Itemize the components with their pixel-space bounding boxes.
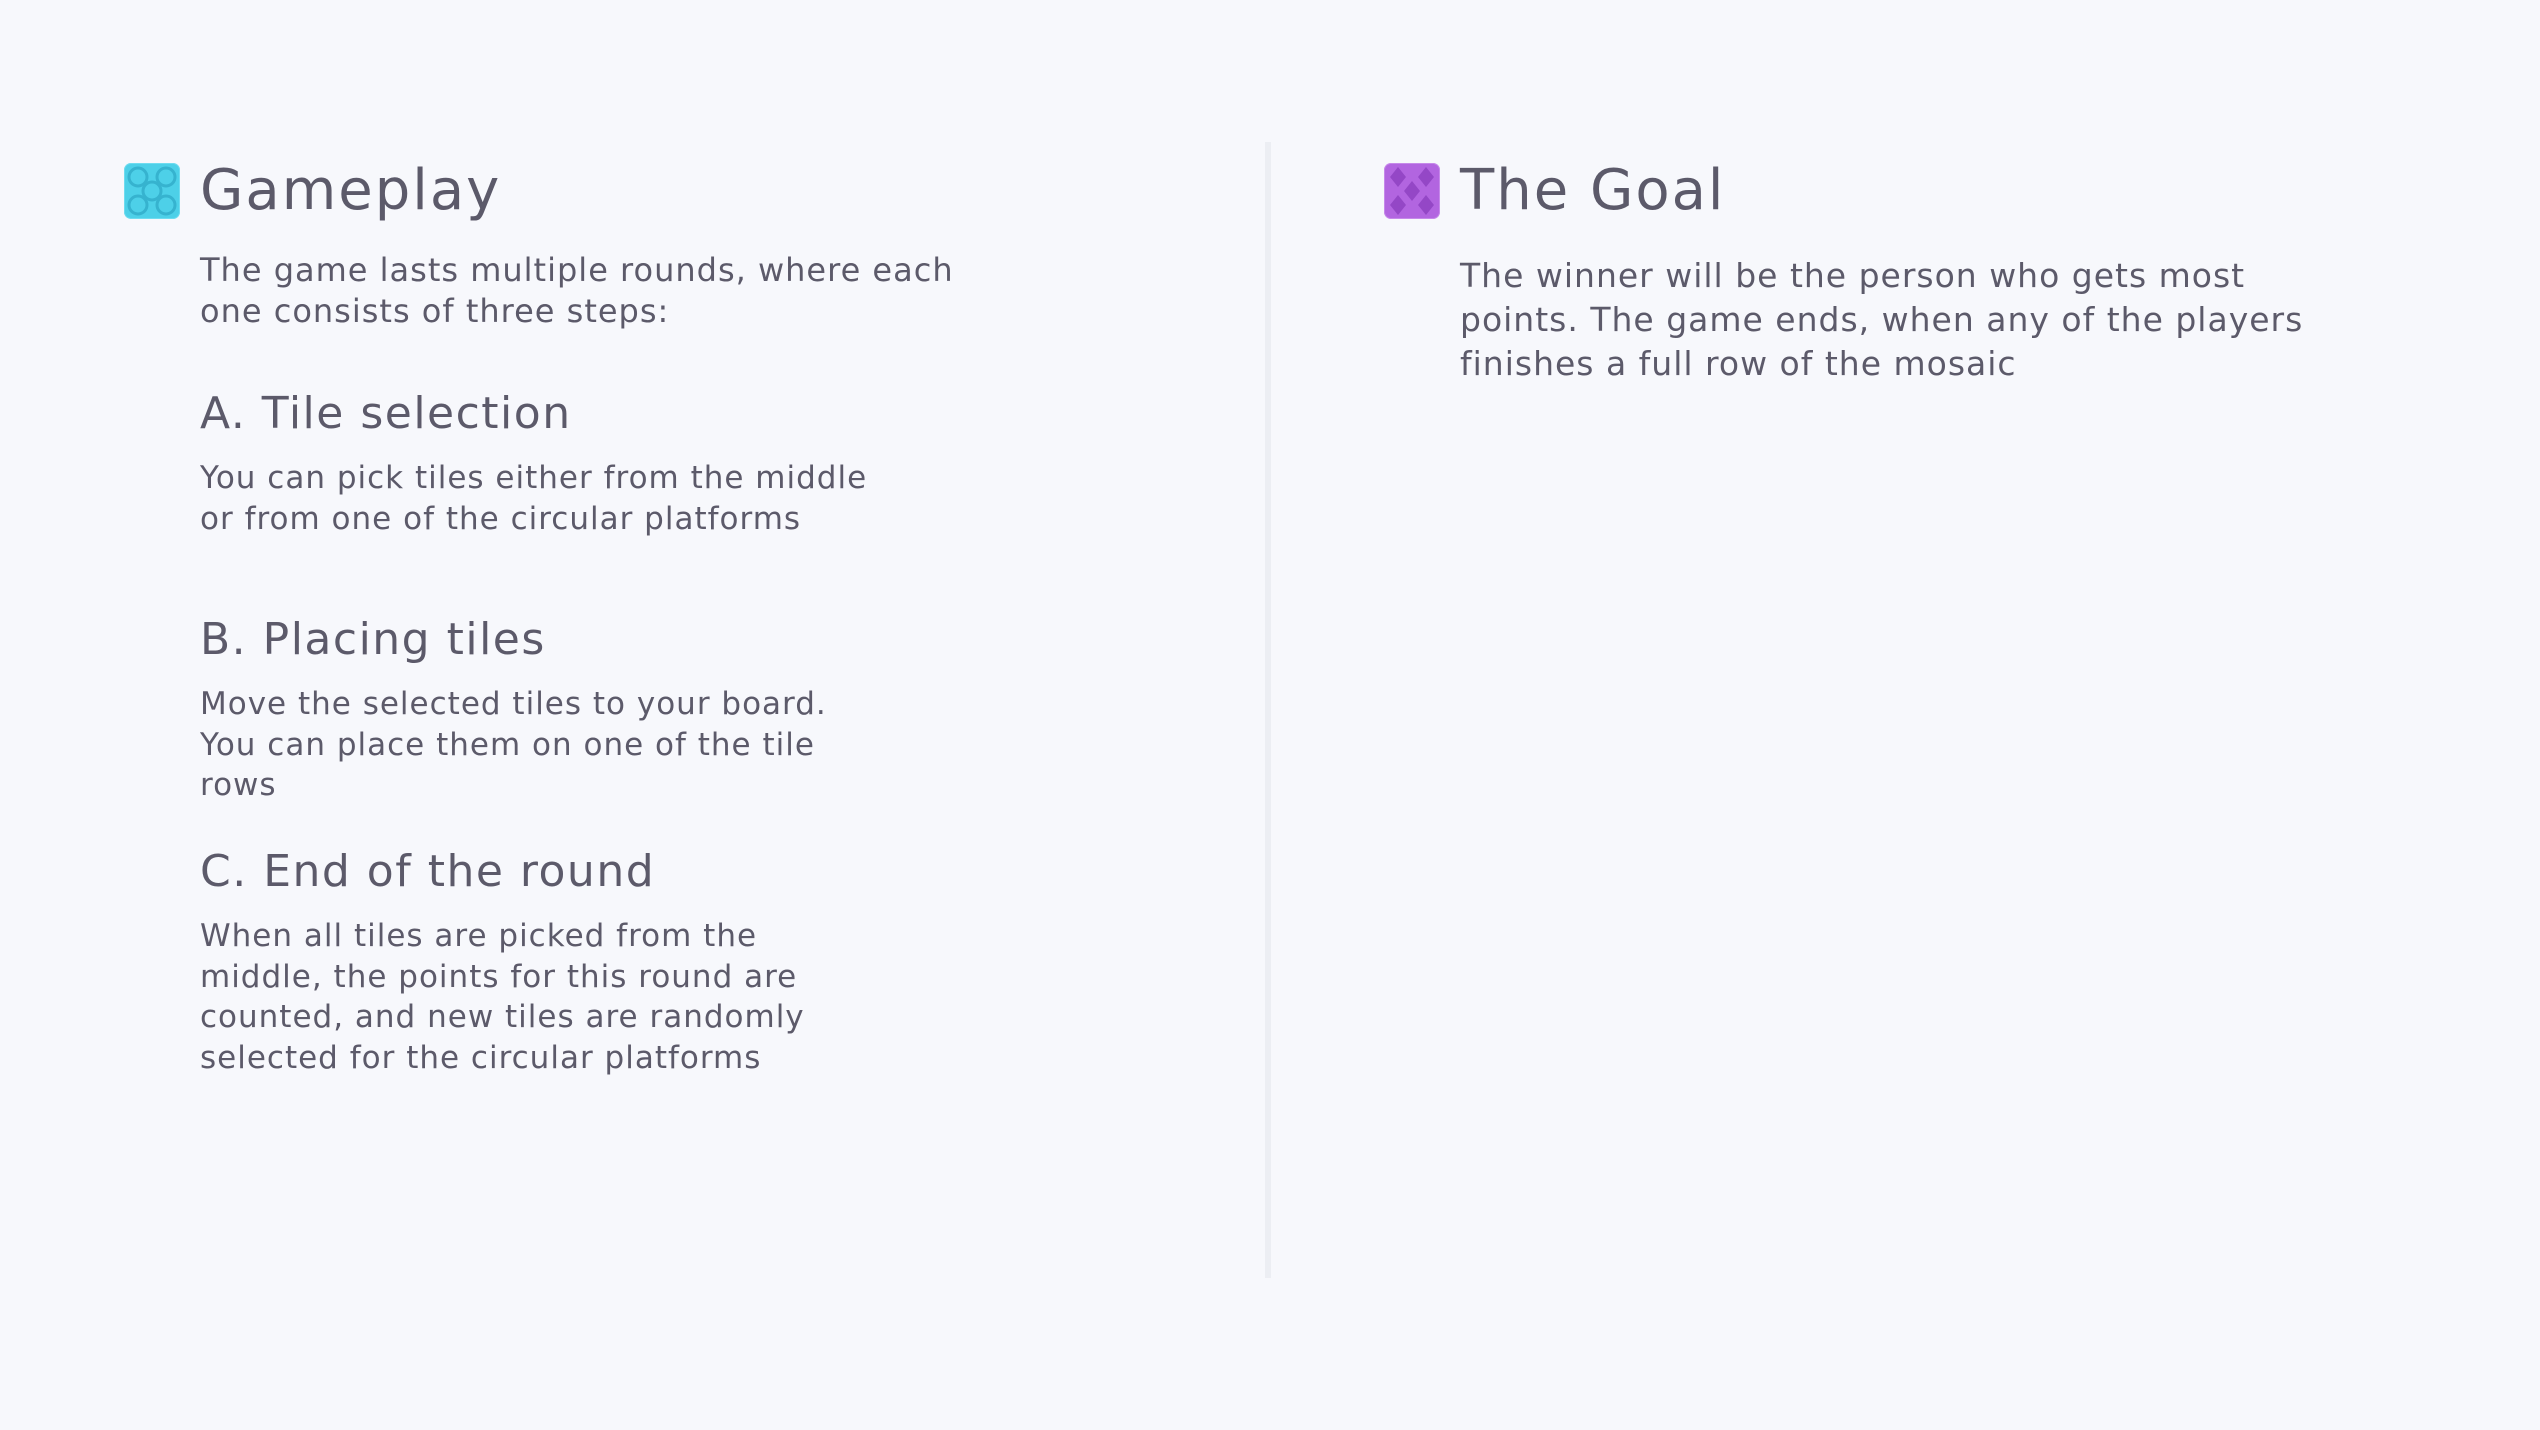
step-title: C. End of the round xyxy=(200,846,656,897)
gameplay-intro: The game lasts multiple rounds, where ea… xyxy=(200,251,954,330)
cyan-mosaic-tile-icon xyxy=(124,163,180,219)
goal-header: The Goal xyxy=(1384,150,2464,232)
step-tile-selection: A. Tile selection You can pick tiles eit… xyxy=(200,392,880,539)
gameplay-section: Gameplay The game lasts multiple rounds,… xyxy=(124,150,1204,1076)
step-placing-tiles: B. Placing tiles Move the selected tiles… xyxy=(200,618,880,806)
column-divider xyxy=(1265,142,1271,1278)
gameplay-header: Gameplay xyxy=(124,150,1204,232)
step-title: A. Tile selection xyxy=(200,388,572,439)
step-description: When all tiles are picked from the middl… xyxy=(200,918,805,1076)
step-description: Move the selected tiles to your board. Y… xyxy=(200,686,827,803)
step-title: B. Placing tiles xyxy=(200,614,546,665)
goal-section: The Goal The winner will be the person w… xyxy=(1384,150,2464,386)
gameplay-title: Gameplay xyxy=(200,158,502,223)
step-end-of-round: C. End of the round When all tiles are p… xyxy=(200,850,880,1078)
step-description: You can pick tiles either from the middl… xyxy=(200,460,868,537)
purple-mosaic-tile-icon xyxy=(1384,163,1440,219)
goal-description: The winner will be the person who gets m… xyxy=(1460,256,2304,383)
goal-title: The Goal xyxy=(1460,158,1726,223)
